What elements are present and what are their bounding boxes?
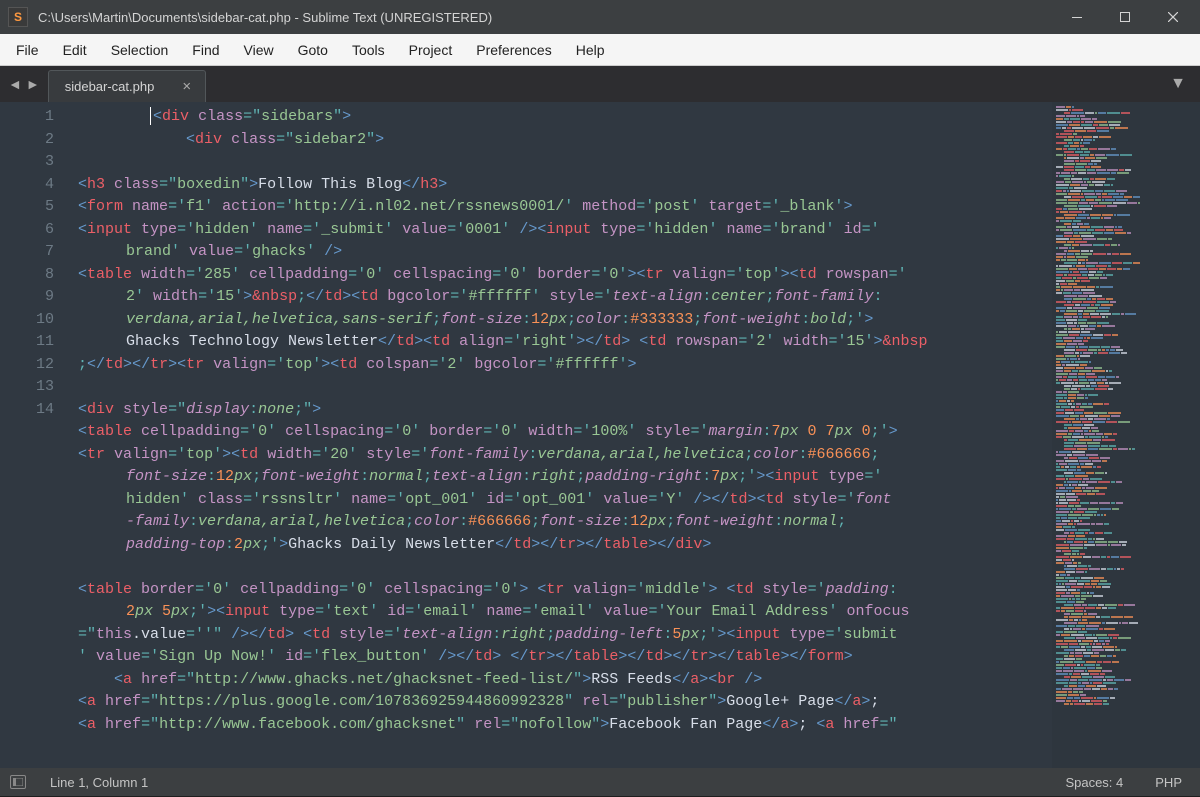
minimap[interactable] — [1052, 102, 1200, 768]
statusbar: Line 1, Column 1 Spaces: 4 PHP — [0, 768, 1200, 796]
tab-close-icon[interactable]: × — [178, 78, 195, 95]
nav-forward-icon[interactable]: ► — [26, 76, 40, 92]
app-icon: S — [8, 7, 28, 27]
tab-label: sidebar-cat.php — [65, 79, 155, 94]
editor-area: 1234567891011121314 <div class="sidebars… — [0, 102, 1200, 768]
titlebar: S C:\Users\Martin\Documents\sidebar-cat.… — [0, 0, 1200, 34]
close-button[interactable] — [1150, 2, 1196, 32]
menu-goto[interactable]: Goto — [286, 36, 340, 64]
menu-tools[interactable]: Tools — [340, 36, 397, 64]
maximize-button[interactable] — [1102, 2, 1148, 32]
panel-switcher-icon[interactable] — [10, 775, 26, 789]
status-position[interactable]: Line 1, Column 1 — [42, 775, 156, 790]
menu-selection[interactable]: Selection — [99, 36, 181, 64]
nav-back-icon[interactable]: ◄ — [8, 76, 22, 92]
window-controls — [1054, 2, 1196, 32]
menu-help[interactable]: Help — [564, 36, 617, 64]
menu-find[interactable]: Find — [180, 36, 231, 64]
code-editor[interactable]: <div class="sidebars"> <div class="sideb… — [72, 102, 1052, 768]
line-numbers-gutter[interactable]: 1234567891011121314 — [0, 102, 72, 768]
menubar: File Edit Selection Find View Goto Tools… — [0, 34, 1200, 66]
tabbar-menu-icon[interactable]: ▼ — [1170, 75, 1194, 93]
window-title: C:\Users\Martin\Documents\sidebar-cat.ph… — [38, 10, 1054, 25]
minimize-button[interactable] — [1054, 2, 1100, 32]
nav-arrows: ◄ ► — [6, 76, 48, 92]
menu-file[interactable]: File — [4, 36, 51, 64]
status-syntax[interactable]: PHP — [1147, 775, 1190, 790]
tabbar: ◄ ► sidebar-cat.php × ▼ — [0, 66, 1200, 102]
menu-preferences[interactable]: Preferences — [464, 36, 563, 64]
tab-active[interactable]: sidebar-cat.php × — [48, 70, 206, 102]
menu-project[interactable]: Project — [397, 36, 465, 64]
menu-edit[interactable]: Edit — [51, 36, 99, 64]
menu-view[interactable]: View — [232, 36, 286, 64]
status-indentation[interactable]: Spaces: 4 — [1057, 775, 1131, 790]
